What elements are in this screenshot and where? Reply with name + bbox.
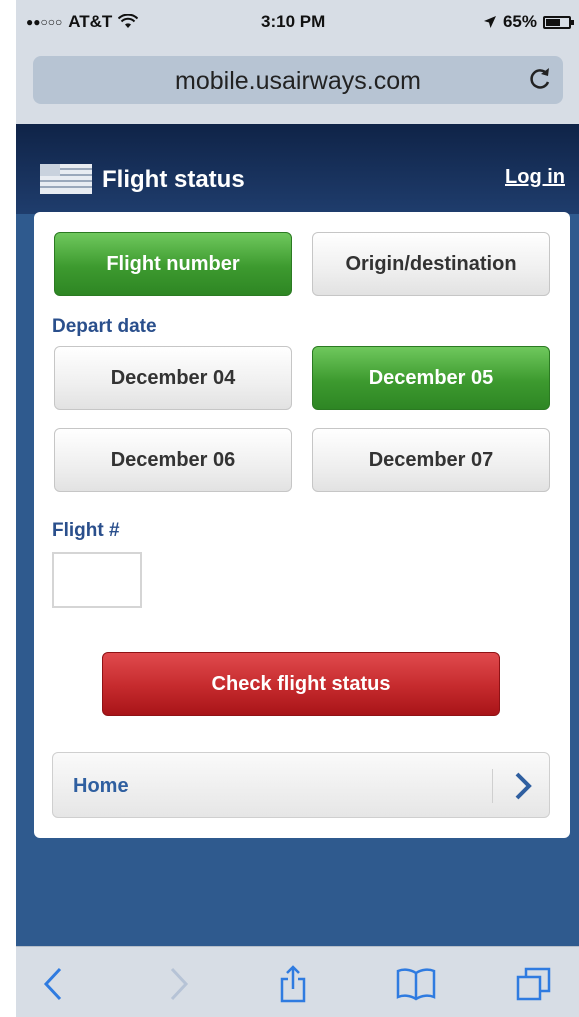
flag-icon <box>40 164 92 194</box>
browser-chrome: mobile.usairways.com <box>16 44 579 125</box>
battery-percent: 65% <box>502 12 537 31</box>
tabs-icon[interactable] <box>516 965 552 1003</box>
bookmarks-icon[interactable] <box>396 965 436 1003</box>
forward-icon[interactable] <box>168 965 190 1003</box>
status-time: 3:10 PM <box>261 12 326 31</box>
flight-status-form: Flight number Origin/destination Depart … <box>34 212 570 838</box>
signal-icon: ●●○○○ <box>26 15 63 29</box>
page-title: Flight status <box>102 166 245 193</box>
divider <box>492 769 493 803</box>
mode-flight-number-button[interactable]: Flight number <box>54 232 292 296</box>
date-option-december-07[interactable]: December 07 <box>312 428 550 492</box>
home-label: Home <box>73 775 129 797</box>
mode-origin-destination-button[interactable]: Origin/destination <box>312 232 550 296</box>
back-icon[interactable] <box>42 965 64 1003</box>
depart-date-label: Depart date <box>52 316 157 337</box>
battery-icon <box>543 15 574 29</box>
url-text[interactable]: mobile.usairways.com <box>33 67 563 96</box>
flight-number-input[interactable] <box>52 552 142 608</box>
reload-icon[interactable] <box>527 66 553 92</box>
date-option-december-04[interactable]: December 04 <box>54 346 292 410</box>
login-link[interactable]: Log in <box>505 166 565 189</box>
chevron-right-icon <box>515 772 532 800</box>
location-arrow-icon <box>483 16 496 28</box>
page-header: Flight status Log in <box>16 124 579 214</box>
share-icon[interactable] <box>278 965 308 1003</box>
status-bar: ●●○○○ AT&T 3:10 PM 65% <box>16 0 579 44</box>
phone-screen: ●●○○○ AT&T 3:10 PM 65% mobile.usairways.… <box>16 0 579 1017</box>
browser-toolbar <box>16 946 579 1017</box>
carrier-label: AT&T <box>68 12 113 31</box>
status-right: 65% <box>483 12 574 32</box>
date-option-december-05[interactable]: December 05 <box>312 346 550 410</box>
carrier-group: ●●○○○ AT&T <box>26 12 139 32</box>
date-option-december-06[interactable]: December 06 <box>54 428 292 492</box>
address-bar[interactable]: mobile.usairways.com <box>33 56 563 104</box>
wifi-icon <box>118 14 139 28</box>
check-flight-status-button[interactable]: Check flight status <box>102 652 500 716</box>
home-nav-row[interactable]: Home <box>52 752 550 818</box>
flight-number-label: Flight # <box>52 520 120 541</box>
